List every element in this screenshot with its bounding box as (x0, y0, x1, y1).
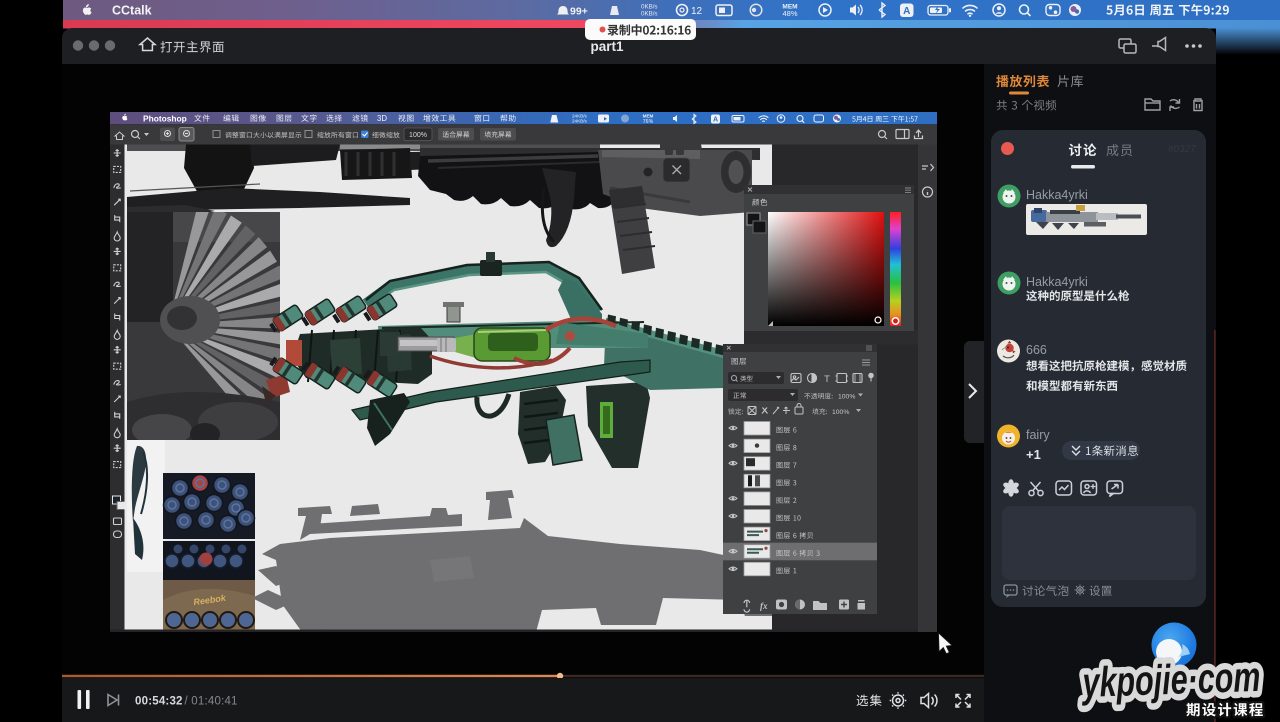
svg-text:#0327: #0327 (1168, 144, 1196, 155)
svg-text:12: 12 (691, 6, 703, 17)
svg-text:00:54:32: 00:54:32 (135, 696, 183, 708)
svg-text:666: 666 (1026, 343, 1047, 357)
svg-text:CCtalk: CCtalk (112, 4, 152, 18)
svg-text:0KB/s: 0KB/s (641, 4, 658, 11)
svg-text:100%: 100% (832, 409, 849, 416)
svg-text:T: T (824, 374, 830, 384)
svg-text:+1: +1 (1026, 447, 1041, 462)
svg-text:A: A (713, 117, 718, 124)
svg-text:99+: 99+ (570, 6, 588, 18)
svg-text:76%: 76% (643, 119, 654, 125)
svg-text:Hakka4yrki: Hakka4yrki (1026, 275, 1088, 289)
svg-text:ykpojie·com: ykpojie·com (1080, 653, 1261, 706)
svg-text:100%: 100% (838, 394, 855, 401)
svg-text:A: A (903, 6, 910, 17)
svg-text:3D: 3D (377, 114, 387, 123)
svg-text:MEM: MEM (643, 114, 654, 119)
svg-text:100%: 100% (409, 132, 427, 139)
svg-text:Photoshop: Photoshop (143, 114, 187, 124)
svg-text:Hakka4yrki: Hakka4yrki (1026, 188, 1088, 202)
svg-text:48%: 48% (782, 9, 797, 18)
svg-text:24KB/s: 24KB/s (572, 119, 588, 124)
svg-text:fairy: fairy (1026, 428, 1050, 442)
svg-text:part1: part1 (590, 39, 624, 54)
svg-text:/ 01:40:41: / 01:40:41 (185, 696, 238, 708)
svg-text:0KB/s: 0KB/s (641, 11, 658, 18)
svg-text:fx: fx (760, 601, 768, 611)
